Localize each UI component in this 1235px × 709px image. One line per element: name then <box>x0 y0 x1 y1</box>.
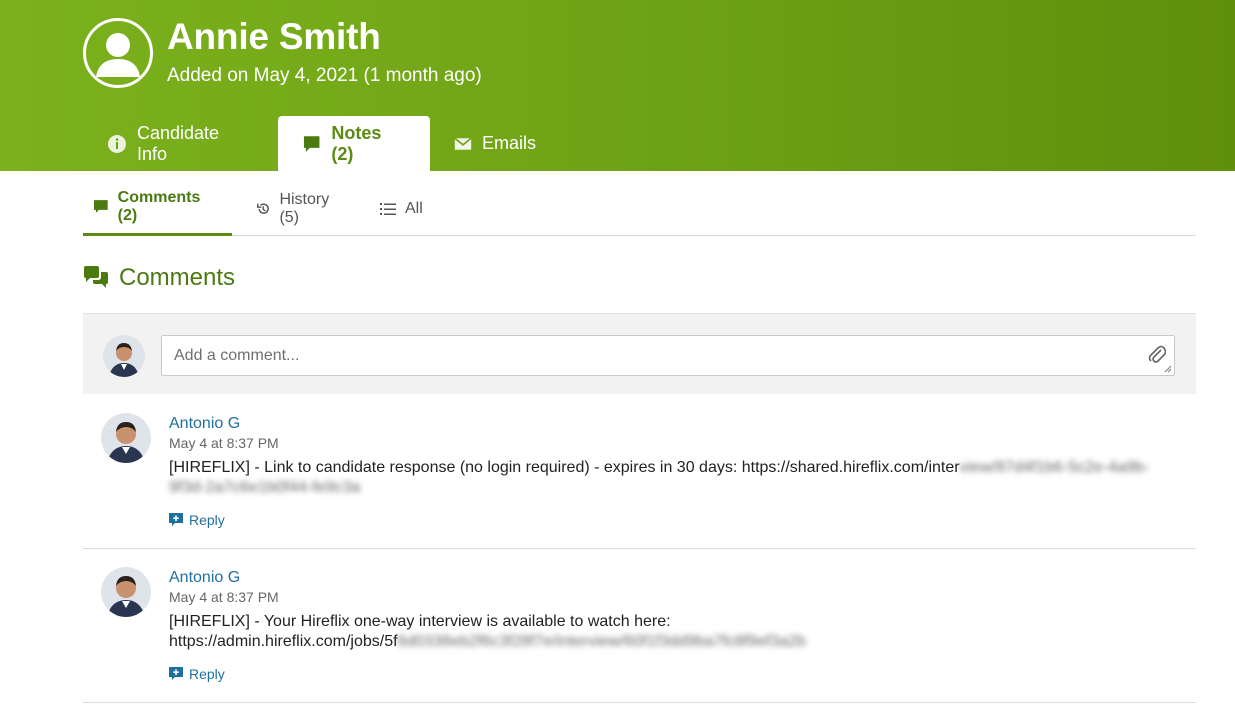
paperclip-icon[interactable] <box>1148 344 1166 364</box>
author-avatar <box>101 413 151 463</box>
reply-button[interactable]: Reply <box>169 512 225 528</box>
history-icon <box>257 202 269 214</box>
comment-body: [HIREFLIX] - Link to candidate response … <box>169 458 1179 498</box>
subtab-all[interactable]: All <box>356 181 446 236</box>
resize-handle-icon[interactable] <box>1164 365 1172 373</box>
candidate-header: Annie Smith Added on May 4, 2021 (1 mont… <box>0 0 1235 171</box>
main-tabs: Candidate Info Notes (2) Emails <box>83 116 560 171</box>
reply-icon <box>169 667 183 680</box>
comment-author[interactable]: Antonio G <box>169 569 240 587</box>
comment-text: [HIREFLIX] - Your Hireflix one-way inter… <box>169 613 671 630</box>
comment-body: [HIREFLIX] - Your Hireflix one-way inter… <box>169 612 1179 652</box>
comment-timestamp: May 4 at 8:37 PM <box>169 435 279 451</box>
candidate-avatar <box>83 18 153 88</box>
comment-item: Antonio G May 4 at 8:37 PM [HIREFLIX] - … <box>83 549 1196 703</box>
envelope-icon <box>454 137 472 150</box>
user-icon <box>96 33 140 77</box>
comment-timestamp: May 4 at 8:37 PM <box>169 589 279 605</box>
tab-emails[interactable]: Emails <box>430 116 560 171</box>
candidate-name: Annie Smith <box>167 16 381 57</box>
comment-text: [HIREFLIX] - Link to candidate response … <box>169 459 960 476</box>
added-date: Added on May 4, 2021 (1 month ago) <box>167 65 482 86</box>
redacted-link: 6d0338eb2f6c3f28f7e/interview/60f1f3dd9b… <box>397 633 806 650</box>
comments-icon <box>84 266 108 288</box>
subtab-label: All <box>405 199 423 217</box>
reply-button[interactable]: Reply <box>169 666 225 682</box>
reply-label: Reply <box>189 512 225 528</box>
section-title: Comments <box>119 264 236 291</box>
info-icon <box>107 134 126 153</box>
tab-label: Candidate Info <box>136 122 220 164</box>
comment-item: Antonio G May 4 at 8:37 PM [HIREFLIX] - … <box>83 395 1196 549</box>
tab-notes[interactable]: Notes (2) <box>278 116 430 171</box>
comment-author[interactable]: Antonio G <box>169 415 240 433</box>
subtab-history[interactable]: History (5) <box>232 181 356 236</box>
comment-composer <box>83 313 1196 394</box>
subtab-comments[interactable]: Comments (2) <box>83 181 232 236</box>
tab-candidate-info[interactable]: Candidate Info <box>83 116 278 171</box>
current-user-avatar <box>103 335 145 377</box>
subtab-label: Comments (2) <box>117 189 201 224</box>
reply-label: Reply <box>189 666 225 682</box>
tab-label: Notes (2) <box>331 122 382 164</box>
comment-icon <box>93 200 108 213</box>
list-icon <box>380 202 396 215</box>
reply-icon <box>169 513 183 526</box>
notes-subtabs: Comments (2) History (5) All <box>83 181 1196 236</box>
subtab-label: History (5) <box>279 190 330 226</box>
comment-input[interactable] <box>161 335 1175 376</box>
tab-label: Emails <box>481 133 536 153</box>
comment-link[interactable]: https://admin.hireflix.com/jobs/5f <box>169 633 398 650</box>
author-avatar <box>101 567 151 617</box>
comment-icon <box>303 135 320 152</box>
comments-heading: Comments <box>83 264 235 292</box>
